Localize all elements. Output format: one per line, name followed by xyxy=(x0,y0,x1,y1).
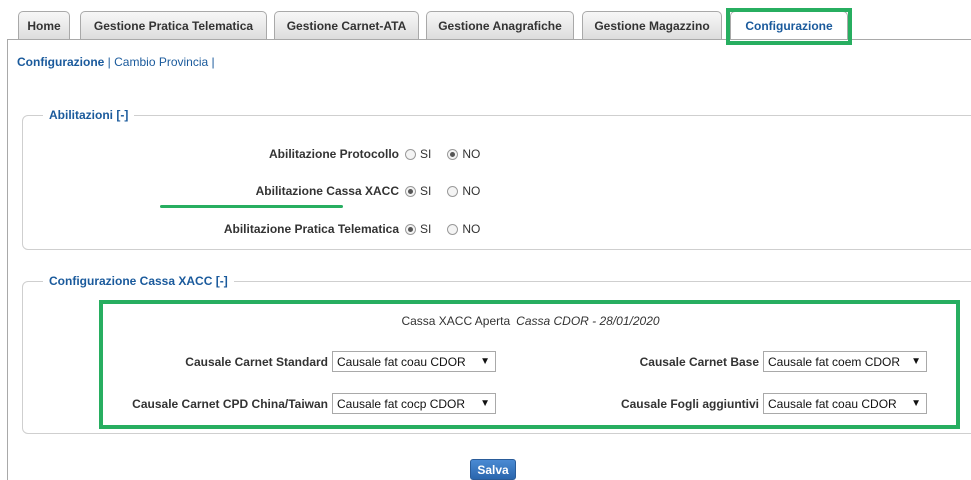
options-abilitazione-protocollo: SI NO xyxy=(399,147,490,161)
select-causale-fogli-aggiuntivi[interactable]: Causale fat coau CDOR ▼ xyxy=(763,393,927,414)
label-causale-carnet-cpd-wrap: Causale Carnet CPD China/Taiwan xyxy=(132,393,328,415)
radio-pratica-telematica-no[interactable] xyxy=(447,223,459,235)
options-abilitazione-cassa-xacc: SI NO xyxy=(399,184,490,198)
select-causale-fogli-aggiuntivi-value: Causale fat coau CDOR xyxy=(768,396,897,411)
abilitazioni-panel: Abilitazioni [-] xyxy=(22,108,971,250)
label-causale-fogli-aggiuntivi: Causale Fogli aggiuntivi xyxy=(620,397,759,411)
select-causale-carnet-cpd[interactable]: Causale fat cocp CDOR ▼ xyxy=(332,393,496,414)
row-abilitazione-cassa-xacc: Abilitazione Cassa XACC xyxy=(256,184,399,198)
chevron-down-icon: ▼ xyxy=(911,398,921,409)
select-wrap-base: Causale fat coem CDOR ▼ xyxy=(758,351,927,372)
label-abilitazione-cassa-xacc: Abilitazione Cassa XACC xyxy=(255,184,399,198)
label-abilitazione-protocollo: Abilitazione Protocollo xyxy=(268,147,399,161)
radio-cassa-xacc-no[interactable] xyxy=(447,185,459,197)
select-wrap-fogli: Causale fat coau CDOR ▼ xyxy=(758,393,927,414)
tab-configurazione[interactable]: Configurazione xyxy=(730,11,848,40)
cassa-status-label: Cassa XACC Aperta xyxy=(401,314,511,328)
chevron-down-icon: ▼ xyxy=(480,356,490,367)
radio-pratica-telematica-si-label: SI xyxy=(420,222,432,236)
radio-protocollo-no[interactable] xyxy=(447,148,459,160)
select-wrap-standard: Causale fat coau CDOR ▼ xyxy=(327,351,496,372)
save-button[interactable]: Salva xyxy=(470,459,516,480)
breadcrumb-separator: | xyxy=(107,55,111,69)
abilitazioni-collapse-toggle[interactable]: [-] xyxy=(116,108,128,122)
row-abilitazione-pratica-telematica: Abilitazione Pratica Telematica xyxy=(224,222,399,236)
options-abilitazione-pratica-telematica: SI NO xyxy=(399,222,490,236)
tab-bar: Home Gestione Pratica Telematica Gestion… xyxy=(0,0,971,40)
cassa-status: Cassa XACC Aperta Cassa CDOR - 28/01/202… xyxy=(0,314,971,328)
label-causale-carnet-standard-wrap: Causale Carnet Standard xyxy=(185,351,328,373)
breadcrumb-current: Configurazione xyxy=(17,55,105,69)
radio-cassa-xacc-no-label: NO xyxy=(462,184,481,198)
radio-protocollo-si[interactable] xyxy=(405,148,416,160)
breadcrumb-link-cambio-provincia[interactable]: Cambio Provincia xyxy=(114,55,208,69)
radio-pratica-telematica-si[interactable] xyxy=(405,223,416,235)
select-causale-carnet-base-value: Causale fat coem CDOR xyxy=(768,354,901,369)
cassa-xacc-collapse-toggle[interactable]: [-] xyxy=(216,274,228,288)
label-causale-fogli-wrap: Causale Fogli aggiuntivi xyxy=(621,393,759,415)
abilitazioni-legend: Abilitazioni [-] xyxy=(43,108,134,122)
label-causale-carnet-base: Causale Carnet Base xyxy=(639,355,759,369)
select-causale-carnet-standard[interactable]: Causale fat coau CDOR ▼ xyxy=(332,351,496,372)
select-causale-carnet-cpd-value: Causale fat cocp CDOR xyxy=(337,396,466,411)
cassa-xacc-legend: Configurazione Cassa XACC [-] xyxy=(43,274,234,288)
content-left-border xyxy=(7,40,8,480)
cassa-status-value: Cassa CDOR - 28/01/2020 xyxy=(516,314,660,328)
tab-gestione-magazzino[interactable]: Gestione Magazzino xyxy=(582,11,722,40)
label-abilitazione-pratica-telematica: Abilitazione Pratica Telematica xyxy=(223,222,399,236)
tab-gestione-pratica-telematica[interactable]: Gestione Pratica Telematica xyxy=(80,11,267,40)
select-wrap-cpd: Causale fat cocp CDOR ▼ xyxy=(327,393,496,414)
label-causale-carnet-standard: Causale Carnet Standard xyxy=(185,355,328,369)
chevron-down-icon: ▼ xyxy=(480,398,490,409)
breadcrumb-trailing-separator: | xyxy=(211,55,215,69)
radio-cassa-xacc-si-label: SI xyxy=(420,184,432,198)
cassa-xacc-underline xyxy=(160,205,343,208)
breadcrumb: Configurazione | Cambio Provincia | xyxy=(17,55,215,69)
tab-gestione-carnet-ata[interactable]: Gestione Carnet-ATA xyxy=(274,11,419,40)
radio-protocollo-si-label: SI xyxy=(420,147,432,161)
tab-home[interactable]: Home xyxy=(18,11,70,40)
abilitazioni-title: Abilitazioni xyxy=(49,108,113,122)
radio-cassa-xacc-si[interactable] xyxy=(405,185,416,197)
label-causale-carnet-base-wrap: Causale Carnet Base xyxy=(640,351,759,373)
label-causale-carnet-cpd: Causale Carnet CPD China/Taiwan xyxy=(132,397,328,411)
select-causale-carnet-standard-value: Causale fat coau CDOR xyxy=(337,354,466,369)
select-causale-carnet-base[interactable]: Causale fat coem CDOR ▼ xyxy=(763,351,927,372)
tab-gestione-anagrafiche[interactable]: Gestione Anagrafiche xyxy=(426,11,574,40)
chevron-down-icon: ▼ xyxy=(911,356,921,367)
tab-divider xyxy=(7,39,971,40)
radio-pratica-telematica-no-label: NO xyxy=(462,222,481,236)
radio-protocollo-no-label: NO xyxy=(462,147,481,161)
cassa-xacc-title: Configurazione Cassa XACC xyxy=(49,274,213,288)
row-abilitazione-protocollo: Abilitazione Protocollo xyxy=(269,147,399,161)
